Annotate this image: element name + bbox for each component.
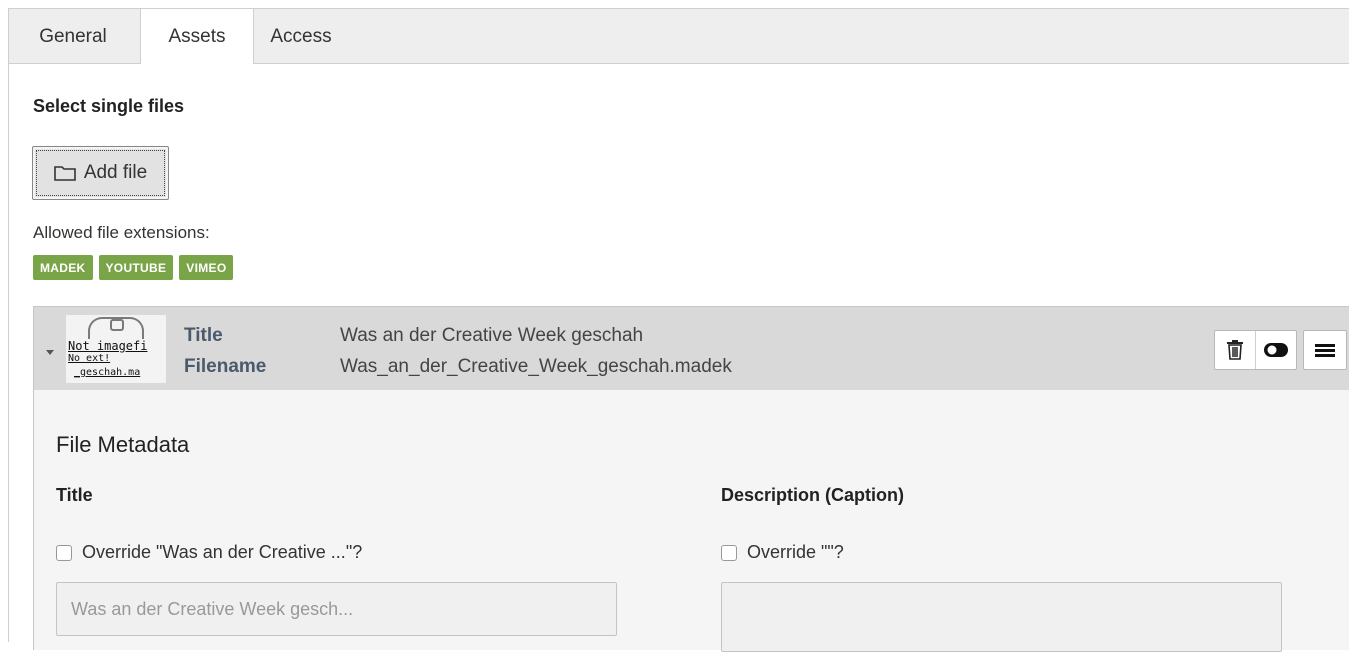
file-thumbnail: Not imagefi No ext! _geschah.ma bbox=[66, 315, 166, 383]
add-file-label: Add file bbox=[83, 162, 148, 183]
record-title-label: Title bbox=[184, 325, 223, 346]
tab-bar: General Assets Access bbox=[9, 9, 1349, 64]
menu-bars-icon bbox=[1315, 344, 1335, 357]
extension-badge: YOUTUBE bbox=[98, 255, 174, 280]
description-override-option[interactable]: Override ""? bbox=[721, 542, 844, 563]
title-override-checkbox[interactable] bbox=[56, 544, 72, 561]
expand-caret-icon[interactable] bbox=[46, 350, 54, 355]
title-input[interactable]: Was an der Creative Week gesch... bbox=[56, 582, 617, 636]
toggle-icon bbox=[1264, 343, 1288, 357]
record-filename-label: Filename bbox=[184, 356, 267, 377]
toggle-visibility-button[interactable] bbox=[1255, 331, 1296, 369]
content-frame: General Assets Access Select single file… bbox=[8, 8, 1349, 652]
description-override-label: Override ""? bbox=[747, 542, 844, 562]
tab-access[interactable]: Access bbox=[253, 9, 349, 63]
metadata-heading: File Metadata bbox=[56, 432, 190, 457]
tab-assets[interactable]: Assets bbox=[140, 9, 254, 64]
extension-badges: MADEK YOUTUBE VIMEO bbox=[33, 255, 234, 280]
drag-handle-button[interactable] bbox=[1303, 330, 1347, 370]
title-field-label: Title bbox=[56, 485, 93, 505]
tab-general[interactable]: General bbox=[9, 9, 137, 63]
extension-badge: VIMEO bbox=[179, 255, 234, 280]
add-file-button[interactable]: Add file bbox=[32, 146, 169, 200]
file-record-header[interactable]: Not imagefi No ext! _geschah.ma Title Wa… bbox=[33, 306, 1349, 391]
description-field-label: Description (Caption) bbox=[721, 485, 904, 505]
delete-button[interactable] bbox=[1215, 331, 1255, 369]
record-filename-value: Was_an_der_Creative_Week_geschah.madek bbox=[340, 356, 732, 377]
description-input[interactable] bbox=[721, 582, 1282, 652]
extension-badge: MADEK bbox=[33, 255, 93, 280]
allowed-extensions-label: Allowed file extensions: bbox=[33, 223, 210, 242]
trash-icon bbox=[1227, 340, 1243, 360]
record-title-value: Was an der Creative Week geschah bbox=[340, 325, 644, 346]
file-record-body: File Metadata Title Description (Caption… bbox=[33, 390, 1349, 652]
section-title: Select single files bbox=[33, 96, 185, 116]
description-override-checkbox[interactable] bbox=[721, 544, 737, 561]
record-controls bbox=[1214, 330, 1347, 370]
title-override-label: Override "Was an der Creative ..."? bbox=[82, 542, 363, 562]
folder-icon bbox=[54, 165, 76, 181]
title-override-option[interactable]: Override "Was an der Creative ..."? bbox=[56, 542, 362, 563]
